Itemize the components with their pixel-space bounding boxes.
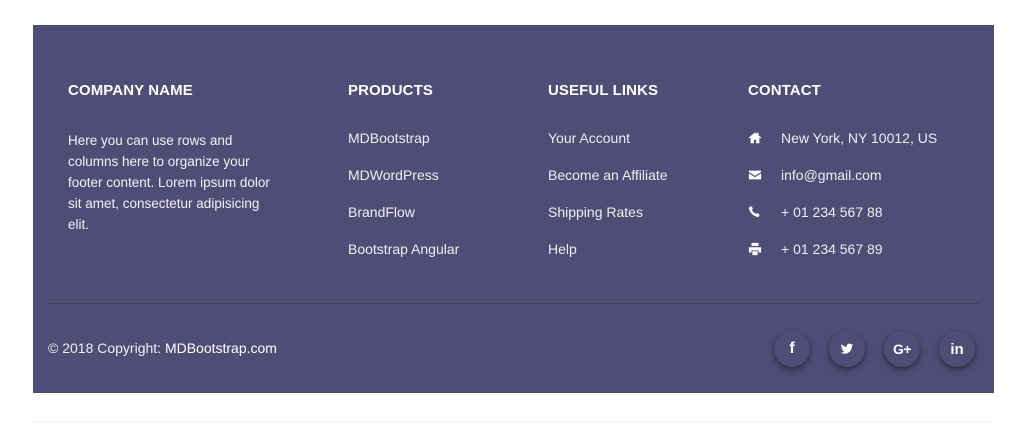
contact-fax-text: + 01 234 567 89: [781, 241, 883, 257]
contact-phone-text: + 01 234 567 88: [781, 204, 883, 220]
print-icon: [748, 242, 762, 256]
facebook-button[interactable]: f: [774, 331, 810, 367]
social-buttons: f G+ in: [774, 331, 975, 367]
twitter-icon: [840, 342, 854, 356]
contact-heading: CONTACT: [748, 82, 821, 99]
product-link-mdbootstrap[interactable]: MDBootstrap: [348, 130, 430, 146]
products-list: MDBootstrap MDWordPress BrandFlow Bootst…: [348, 130, 528, 278]
linkedin-button[interactable]: in: [939, 331, 975, 367]
footer-divider: [48, 303, 979, 304]
products-heading: PRODUCTS: [348, 82, 433, 99]
useful-links-list: Your Account Become an Affiliate Shippin…: [548, 130, 728, 278]
copyright-link[interactable]: MDBootstrap.com: [165, 340, 277, 356]
envelope-icon: [748, 168, 762, 182]
link-shipping-rates[interactable]: Shipping Rates: [548, 204, 643, 220]
copyright-text: © 2018 Copyright:: [48, 340, 165, 356]
home-icon: [748, 131, 762, 145]
company-column: COMPANY NAME Here you can use rows and c…: [68, 82, 283, 235]
copyright: © 2018 Copyright: MDBootstrap.com: [48, 340, 277, 356]
facebook-icon: f: [789, 340, 795, 357]
contact-column: CONTACT New York, NY 10012, US info@gmai…: [748, 82, 988, 278]
contact-phone: + 01 234 567 88: [748, 204, 988, 241]
products-column: PRODUCTS MDBootstrap MDWordPress BrandFl…: [348, 82, 528, 278]
company-heading: COMPANY NAME: [68, 82, 193, 99]
product-link-bootstrap-angular[interactable]: Bootstrap Angular: [348, 241, 459, 257]
company-description: Here you can use rows and columns here t…: [68, 133, 270, 232]
contact-fax: + 01 234 567 89: [748, 241, 988, 278]
linkedin-icon: in: [950, 340, 964, 358]
phone-icon: [748, 205, 762, 219]
link-become-affiliate[interactable]: Become an Affiliate: [548, 167, 668, 183]
contact-email: info@gmail.com: [748, 167, 988, 204]
contact-address: New York, NY 10012, US: [748, 130, 988, 167]
page-bottom-line: [33, 421, 994, 422]
contact-list: New York, NY 10012, US info@gmail.com + …: [748, 130, 988, 278]
page-footer: COMPANY NAME Here you can use rows and c…: [33, 25, 994, 393]
google-plus-button[interactable]: G+: [884, 331, 920, 367]
useful-links-column: USEFUL LINKS Your Account Become an Affi…: [548, 82, 728, 278]
twitter-button[interactable]: [829, 331, 865, 367]
google-plus-icon: G+: [892, 341, 912, 357]
contact-email-text: info@gmail.com: [781, 167, 882, 183]
link-your-account[interactable]: Your Account: [548, 130, 630, 146]
product-link-brandflow[interactable]: BrandFlow: [348, 204, 415, 220]
link-help[interactable]: Help: [548, 241, 577, 257]
product-link-mdwordpress[interactable]: MDWordPress: [348, 167, 439, 183]
contact-address-text: New York, NY 10012, US: [781, 130, 938, 146]
useful-links-heading: USEFUL LINKS: [548, 82, 659, 99]
